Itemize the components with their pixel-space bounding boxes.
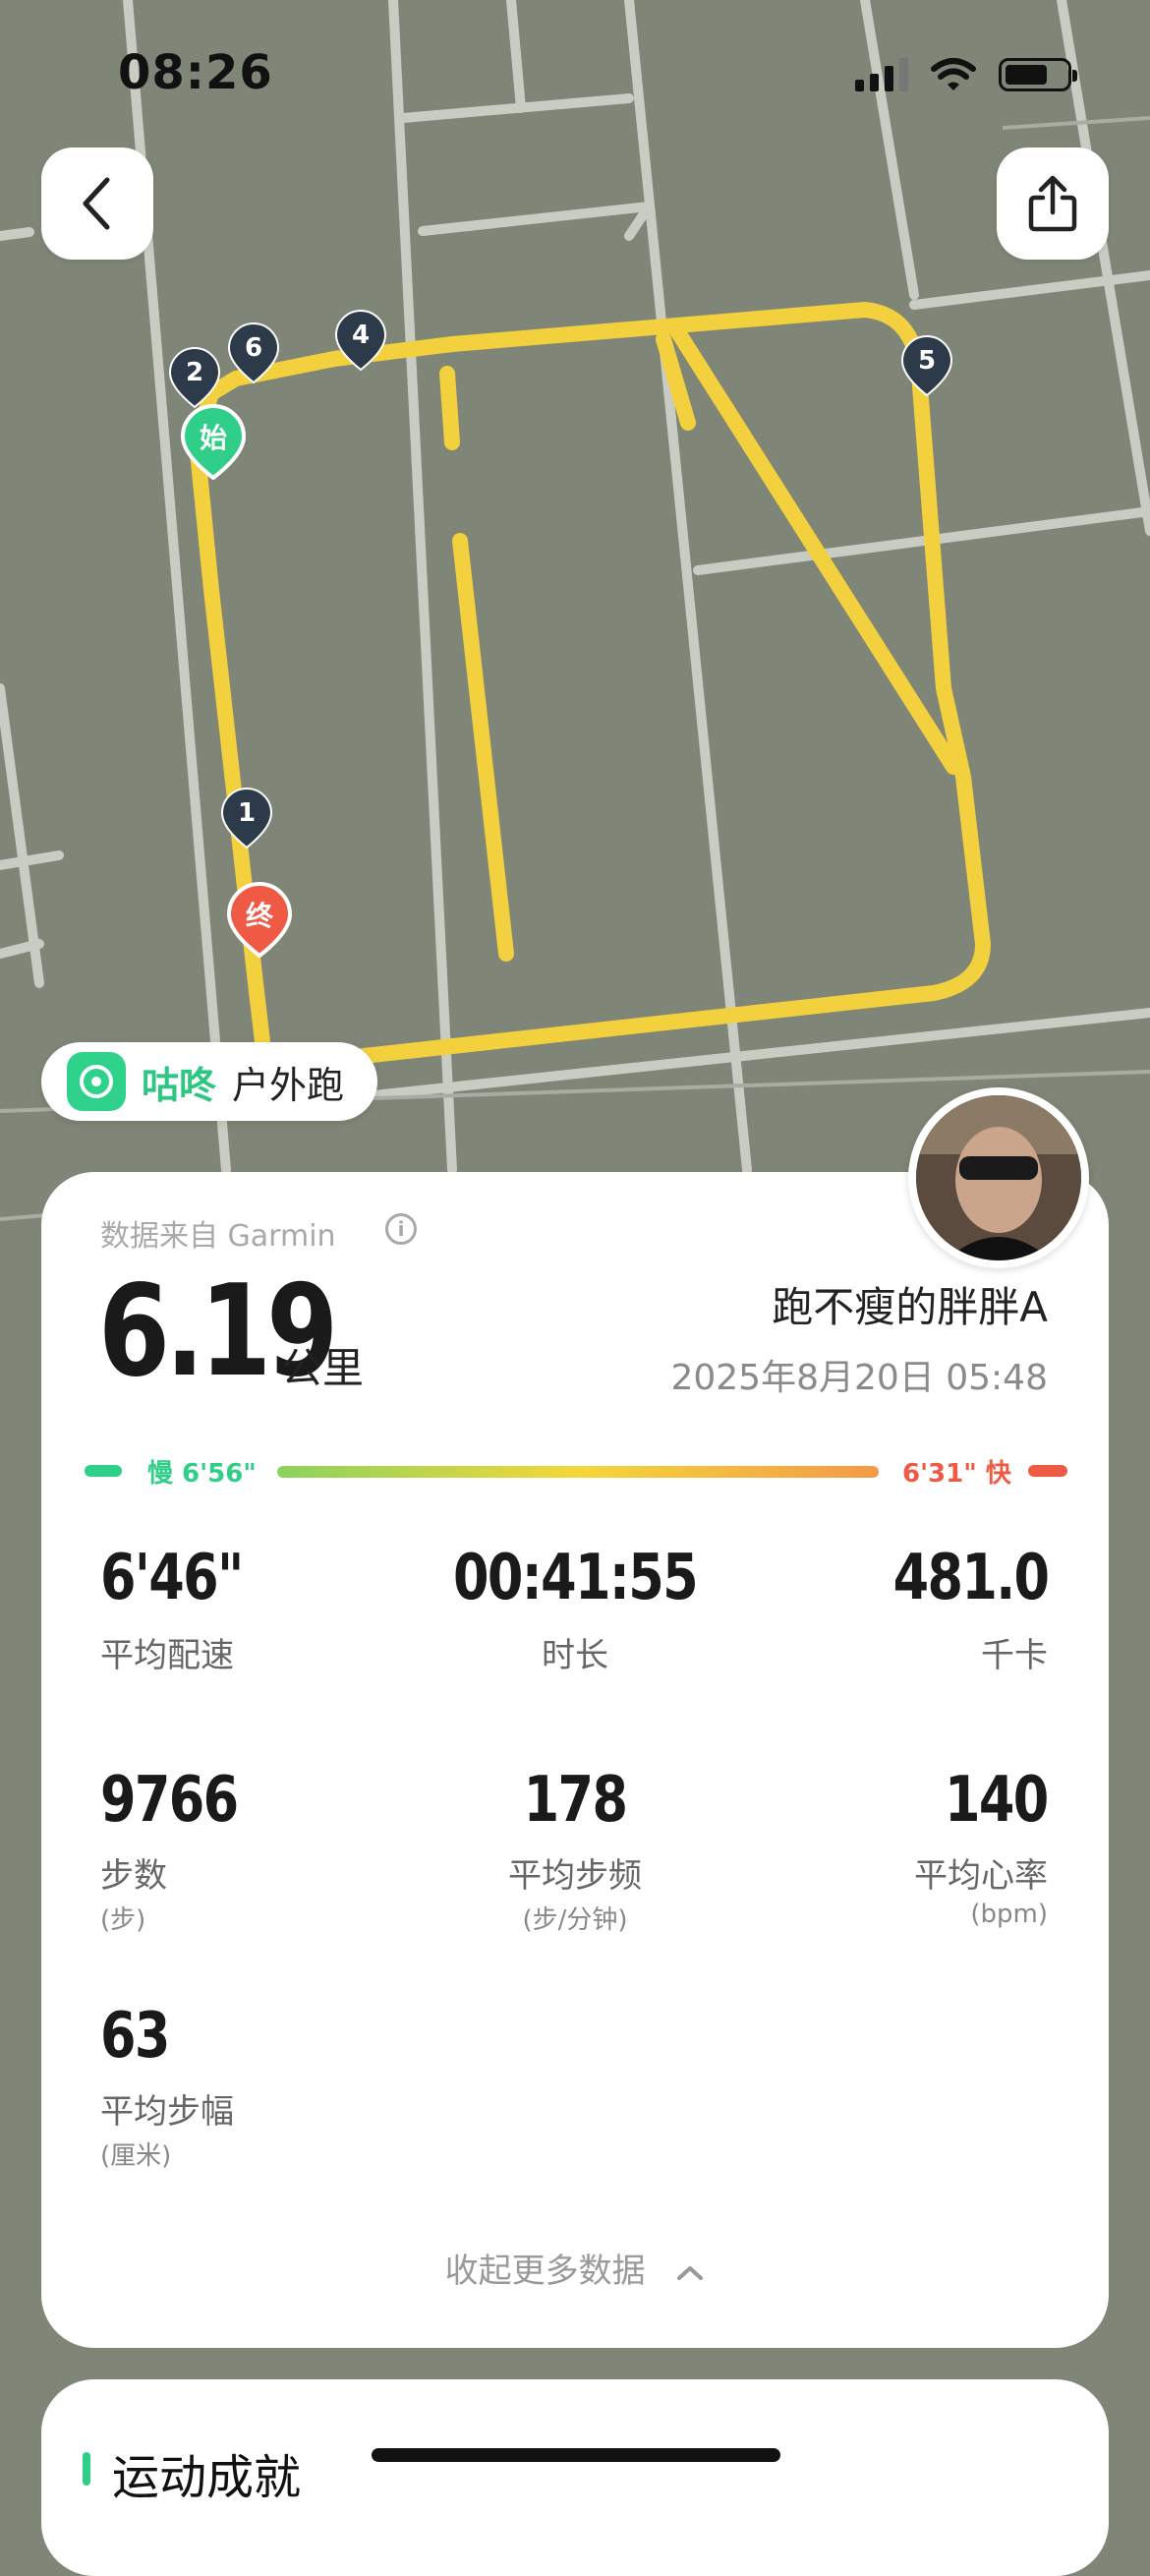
activity-date: 2025年8月20日 05:48 — [670, 1358, 1048, 1398]
lap-marker[interactable]: 2 — [168, 346, 221, 409]
cadence-unit: (步/分钟) — [522, 1905, 628, 1935]
slow-indicator — [85, 1465, 122, 1477]
start-label: 始 — [199, 422, 227, 454]
chevron-left-icon — [83, 177, 110, 230]
battery-icon — [999, 58, 1077, 91]
heart-rate-label: 平均心率 — [914, 1856, 1048, 1896]
duration-value: 00:41:55 — [453, 1542, 699, 1614]
status-icons — [855, 57, 1077, 92]
slowest-pace: 慢 6'56" — [147, 1459, 257, 1489]
calories-label: 千卡 — [981, 1636, 1048, 1675]
info-icon[interactable]: i — [385, 1213, 417, 1245]
lap-marker[interactable]: 4 — [334, 309, 387, 372]
back-button[interactable] — [41, 147, 153, 260]
home-indicator[interactable] — [372, 2448, 780, 2462]
user-name: 跑不瘦的胖胖A — [772, 1283, 1048, 1331]
stride-value: 63 — [100, 2000, 170, 2073]
steps-unit: (步) — [100, 1905, 146, 1935]
cadence-value: 178 — [523, 1764, 628, 1837]
achievements-title: 运动成就 — [112, 2450, 302, 2505]
marker-label: 5 — [917, 346, 937, 376]
sport-type: 户外跑 — [232, 1063, 345, 1107]
data-source: 数据来自 Garmin — [100, 1219, 336, 1254]
status-time: 08:26 — [118, 45, 273, 100]
distance-unit: 公里 — [281, 1344, 365, 1392]
cadence-label: 平均步频 — [508, 1856, 642, 1896]
steps-label: 步数 — [100, 1856, 167, 1896]
marker-label: 6 — [244, 333, 263, 363]
lap-marker[interactable]: 6 — [227, 322, 280, 384]
wifi-icon — [931, 58, 976, 90]
collapse-more-data-button[interactable]: 收起更多数据 — [41, 2244, 1109, 2292]
share-icon — [1028, 175, 1077, 232]
lap-marker[interactable]: 5 — [900, 334, 953, 397]
codoon-logo-icon — [67, 1052, 126, 1111]
fastest-pace: 6'31" 快 — [902, 1459, 1011, 1489]
duration-label: 时长 — [542, 1636, 608, 1675]
calories-value: 481.0 — [892, 1542, 1049, 1614]
app-source-chip: 咕咚 户外跑 — [41, 1042, 378, 1121]
user-photo — [916, 1095, 1081, 1260]
app-brand: 咕咚 — [142, 1063, 217, 1107]
end-label: 终 — [245, 900, 273, 932]
avg-pace-value: 6'46" — [100, 1542, 244, 1614]
section-accent-bar — [83, 2452, 90, 2486]
chevron-up-icon — [677, 2265, 704, 2280]
end-marker[interactable]: 终 — [226, 881, 293, 959]
steps-value: 9766 — [100, 1764, 239, 1837]
lap-marker[interactable]: 1 — [220, 787, 273, 849]
marker-label: 1 — [237, 798, 257, 828]
heart-rate-unit: (bpm) — [970, 1900, 1048, 1929]
heart-rate-value: 140 — [945, 1764, 1049, 1837]
stride-unit: (厘米) — [100, 2141, 172, 2171]
start-marker[interactable]: 始 — [180, 403, 247, 481]
marker-label: 4 — [351, 321, 371, 350]
pace-gradient-bar — [277, 1466, 879, 1478]
cellular-signal-icon — [855, 58, 908, 91]
fast-indicator — [1028, 1465, 1067, 1477]
share-button[interactable] — [997, 147, 1109, 260]
stride-label: 平均步幅 — [100, 2092, 234, 2132]
marker-label: 2 — [185, 358, 204, 387]
avg-pace-label: 平均配速 — [100, 1636, 234, 1675]
collapse-label: 收起更多数据 — [444, 2252, 646, 2291]
avatar[interactable] — [908, 1087, 1089, 1268]
